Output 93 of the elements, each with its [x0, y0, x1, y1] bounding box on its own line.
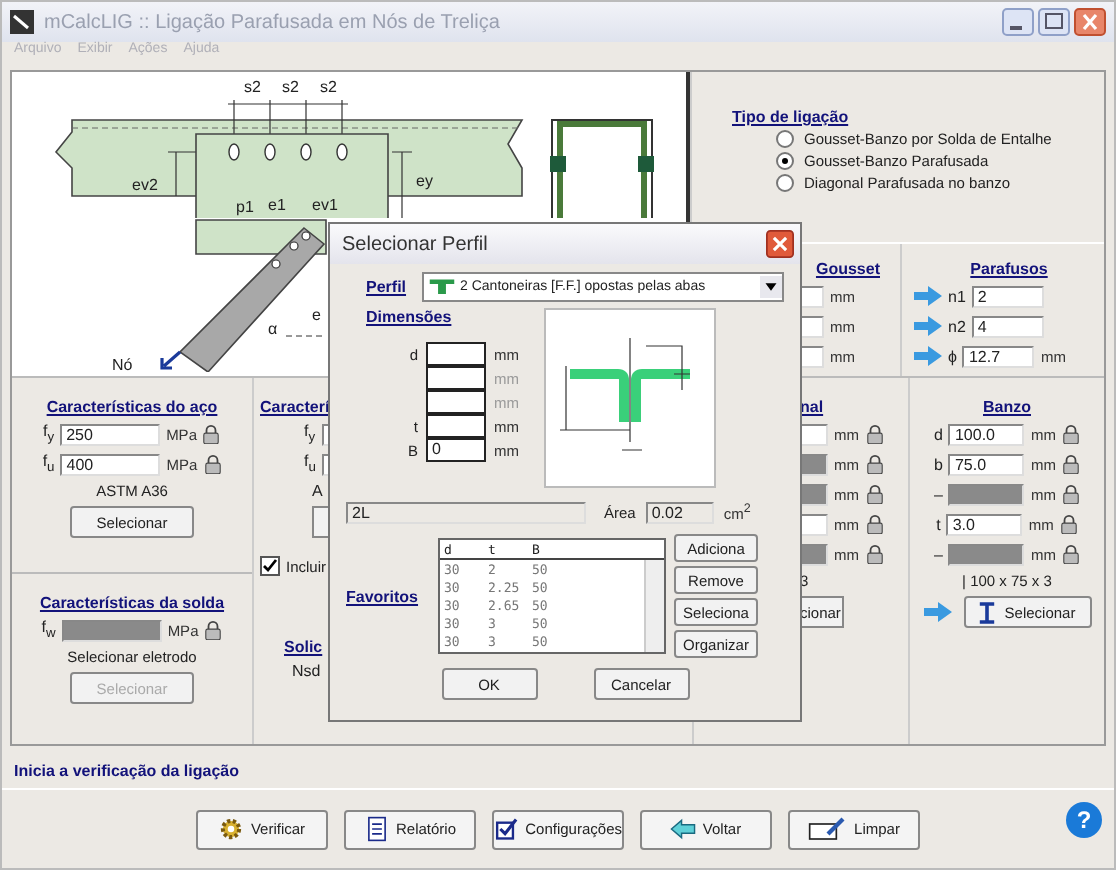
field-label: f$_{u}$: [42, 452, 55, 476]
checkbox-icon: [494, 816, 520, 842]
minimize-icon[interactable]: [1002, 8, 1034, 36]
field-label: n2: [948, 317, 966, 335]
dimension-label: s2: [282, 78, 299, 96]
radio-button[interactable]: [776, 174, 794, 192]
dimension-label: Nó: [112, 356, 133, 374]
arrow-icon: [923, 602, 951, 622]
area-field: 0.02: [645, 502, 714, 524]
checkbox[interactable]: [260, 556, 280, 576]
dimension-label: e: [312, 306, 321, 324]
lock-icon[interactable]: [1061, 544, 1080, 564]
dimension-label: p1: [236, 198, 254, 216]
input-field[interactable]: [426, 342, 486, 366]
section-heading: Parafusos: [968, 260, 1050, 278]
field-label: f$_{u}$: [304, 452, 316, 476]
status-bar: Inicia a verificação da ligação: [2, 756, 1114, 790]
dimension-label: ev1: [312, 196, 338, 214]
input-field[interactable]: 100.0: [948, 423, 1025, 445]
lock-icon[interactable]: [1059, 514, 1078, 534]
input-field[interactable]: [800, 423, 828, 445]
field-label: n1: [948, 287, 966, 305]
lock-icon[interactable]: [202, 424, 221, 444]
radio-button[interactable]: [776, 130, 794, 148]
section-heading: Solic: [284, 638, 323, 656]
field-label: f$_{y}$: [304, 422, 316, 446]
field-label: ϕ: [948, 347, 957, 365]
dimension-label: s2: [244, 78, 261, 96]
help-button[interactable]: ?: [1066, 802, 1102, 838]
section-heading: Tipo de ligação: [732, 108, 849, 126]
lock-icon[interactable]: [865, 484, 883, 504]
radio-button[interactable]: [776, 152, 794, 170]
lock-icon[interactable]: [204, 620, 223, 640]
input-field[interactable]: 400: [60, 453, 161, 475]
lock-icon[interactable]: [1061, 454, 1080, 474]
field-label: –: [934, 545, 943, 563]
section-heading: Banzo: [981, 398, 1033, 416]
input-field[interactable]: 4: [971, 315, 1044, 337]
section-heading: Favoritos: [346, 587, 421, 605]
lock-icon[interactable]: [865, 544, 883, 564]
input-field[interactable]: [426, 390, 486, 414]
field-label: Nsd: [290, 662, 323, 680]
double-angle-icon: [428, 278, 457, 296]
cross-section-drawing: [550, 119, 654, 219]
field-label: Perfil: [366, 278, 407, 296]
close-icon[interactable]: [1074, 8, 1106, 36]
gear-icon: [218, 816, 245, 842]
field-label: f$_{w}$: [41, 618, 56, 642]
field-label: f$_{y}$: [43, 422, 55, 446]
designation-field: 2L: [346, 502, 586, 524]
close-icon[interactable]: [766, 230, 794, 258]
section-heading: Gousset: [813, 260, 882, 278]
input-field[interactable]: [426, 414, 486, 438]
arrow-icon: [914, 316, 942, 336]
dialog-title: Selecionar Perfil: [342, 233, 488, 255]
window-title: mCalcLIG :: Ligação Parafusada em Nós de Treliça: [44, 11, 502, 33]
dimension-label: s2: [320, 78, 337, 96]
app-icon: [10, 10, 34, 34]
lock-icon[interactable]: [865, 424, 883, 444]
input-field[interactable]: 75.0: [948, 453, 1025, 475]
field-label: t: [936, 515, 941, 533]
maximize-icon[interactable]: [1038, 8, 1070, 36]
document-icon: [363, 816, 390, 842]
input-field[interactable]: 3.0: [946, 513, 1023, 535]
left-arrow-icon: [670, 816, 697, 842]
section-heading: Características do aço: [44, 398, 220, 416]
field-label: d: [934, 425, 943, 443]
steel-grade: A: [310, 482, 325, 500]
pencil-icon: [808, 816, 849, 842]
dimension-label: ev2: [132, 176, 158, 194]
dimension-label: ey: [416, 172, 433, 190]
input-field[interactable]: 12.7: [962, 345, 1035, 367]
input-field[interactable]: 2: [971, 285, 1044, 307]
lock-icon[interactable]: [865, 454, 883, 474]
input-field[interactable]: 250: [60, 423, 161, 445]
lock-icon[interactable]: [1061, 424, 1080, 444]
input-field[interactable]: [426, 366, 486, 390]
scrollbar[interactable]: [644, 560, 664, 652]
section-heading: Dimensões: [366, 308, 454, 326]
lock-icon[interactable]: [203, 454, 222, 474]
section-heading: Caracterí: [260, 398, 330, 416]
arrow-icon: [914, 286, 942, 306]
lock-icon[interactable]: [1061, 484, 1080, 504]
input-field[interactable]: [800, 513, 828, 535]
input-field[interactable]: 0: [426, 438, 486, 462]
i-beam-icon: [978, 601, 997, 623]
arrow-icon: [914, 346, 942, 366]
dimension-label: e1: [268, 196, 286, 214]
field-label: –: [934, 485, 943, 503]
lock-icon[interactable]: [865, 514, 883, 534]
section-heading: Características da solda: [37, 594, 227, 612]
field-label: b: [934, 455, 943, 473]
dimension-label: α: [268, 320, 278, 338]
